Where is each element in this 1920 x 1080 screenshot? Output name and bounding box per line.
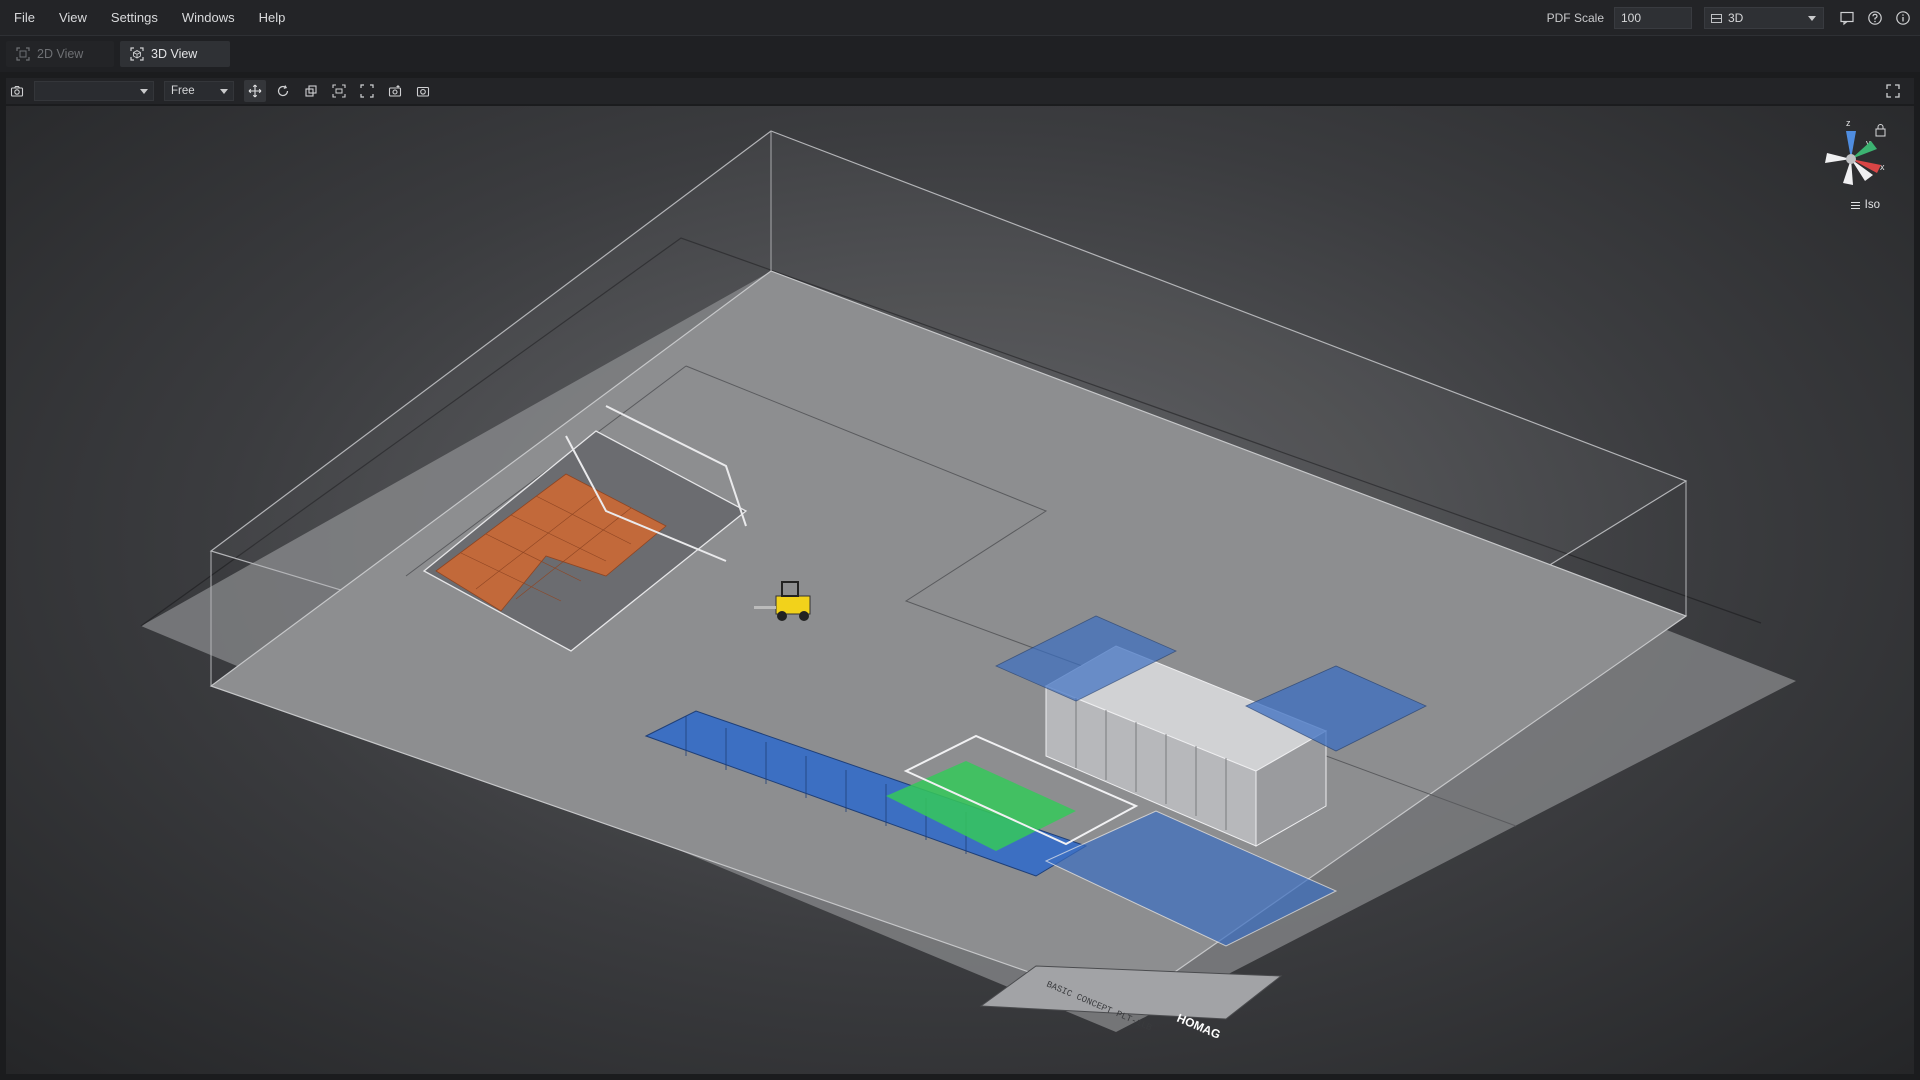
tab-2d-view[interactable]: 2D View <box>6 41 114 67</box>
view-tabs: 2D View 3D View <box>0 36 1920 72</box>
axis-x-label: x <box>1880 162 1885 172</box>
tab-2d-view-label: 2D View <box>37 47 84 61</box>
layers-icon[interactable] <box>300 80 322 102</box>
view-mode-icon <box>1711 13 1722 23</box>
view-2d-icon <box>16 47 30 61</box>
axis-gizmo <box>1825 131 1881 185</box>
3d-viewport[interactable]: BASIC CONCEPT PLT-1LB HOMAG z y x Iso <box>6 106 1914 1074</box>
frame-icon[interactable] <box>356 80 378 102</box>
move-icon[interactable] <box>244 80 266 102</box>
menu-settings[interactable]: Settings <box>99 0 170 36</box>
menu-icon <box>1850 201 1860 209</box>
menu-file[interactable]: File <box>0 0 47 36</box>
tab-3d-view[interactable]: 3D View <box>120 41 230 67</box>
factory-layout-scene: BASIC CONCEPT PLT-1LB HOMAG <box>140 130 1796 1042</box>
menu-bar: File View Settings Windows Help PDF Scal… <box>0 0 1920 36</box>
menubar-right: PDF Scale 3D <box>1547 0 1920 36</box>
floor-slab <box>209 270 1688 1007</box>
projection-select[interactable]: Free <box>164 81 234 101</box>
tab-3d-view-label: 3D View <box>151 47 198 61</box>
pdf-scale-input[interactable] <box>1614 7 1692 29</box>
navigation-gizmo[interactable]: z y x <box>1816 114 1896 234</box>
chevron-down-icon <box>220 89 228 94</box>
rotate-icon[interactable] <box>272 80 294 102</box>
info-icon[interactable] <box>1892 7 1914 29</box>
menu-windows[interactable]: Windows <box>170 0 247 36</box>
camera-icon[interactable] <box>6 80 28 102</box>
view-preset-label: Iso <box>1864 199 1880 211</box>
menu-view[interactable]: View <box>47 0 99 36</box>
help-icon[interactable] <box>1864 7 1886 29</box>
axis-z-label: z <box>1846 118 1851 128</box>
pdf-scale-label: PDF Scale <box>1546 11 1604 25</box>
snapshot-icon[interactable] <box>384 80 406 102</box>
projection-value: Free <box>171 85 195 97</box>
view-preset-iso[interactable]: Iso <box>1850 199 1880 211</box>
view-mode-value: 3D <box>1728 11 1744 25</box>
title-block <box>979 965 1283 1020</box>
fullscreen-icon[interactable] <box>1882 80 1904 102</box>
screenshot-icon[interactable] <box>412 80 434 102</box>
view-mode-select[interactable]: 3D <box>1704 7 1824 29</box>
viewport-toolbar: Free <box>6 78 1914 104</box>
comment-icon[interactable] <box>1836 7 1858 29</box>
lock-icon <box>1875 124 1886 137</box>
fit-icon[interactable] <box>328 80 350 102</box>
chevron-down-icon <box>140 89 148 94</box>
view-3d-icon <box>130 47 144 61</box>
chevron-down-icon <box>1808 16 1816 21</box>
menu-help[interactable]: Help <box>247 0 298 36</box>
camera-preset-select[interactable] <box>34 81 154 101</box>
